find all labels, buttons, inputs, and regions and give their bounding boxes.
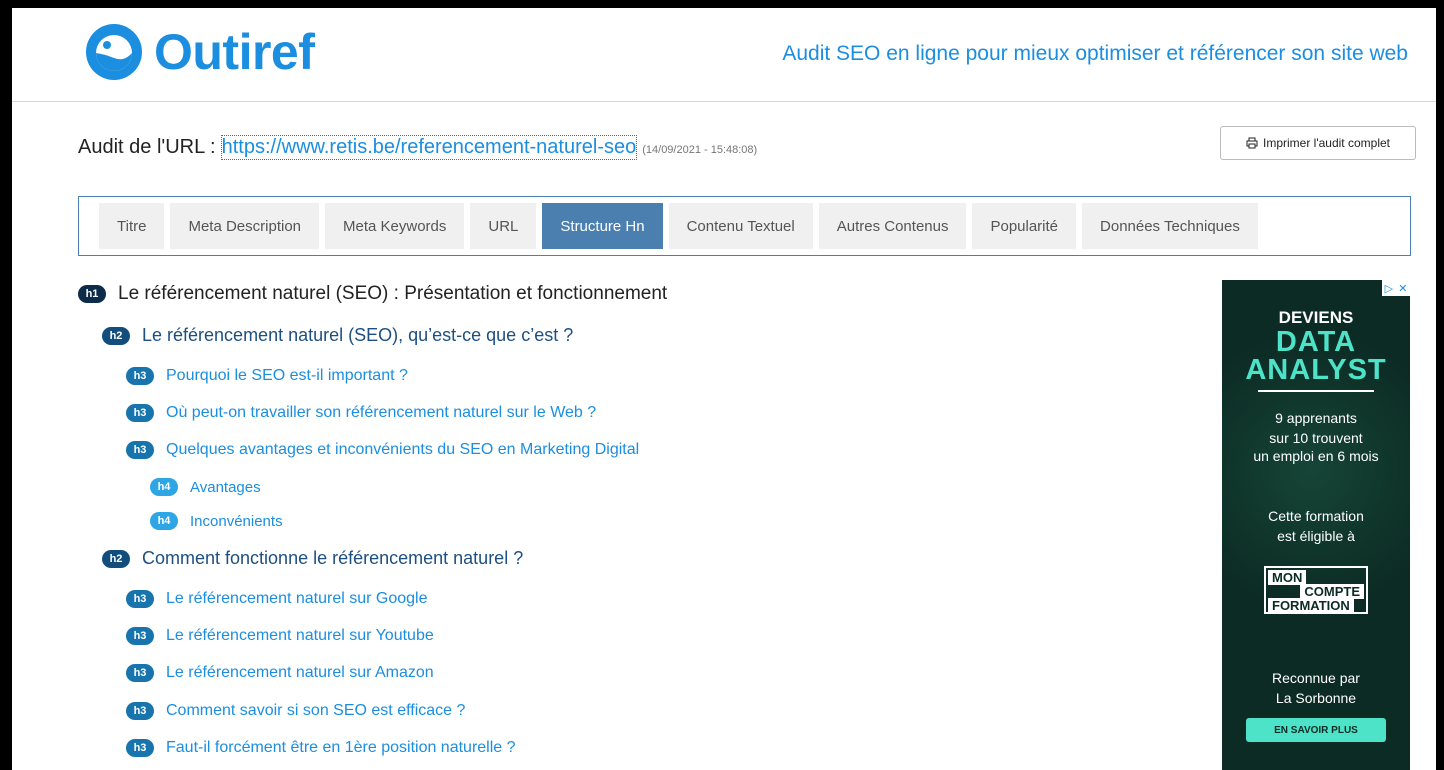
heading-text: Le référencement naturel (SEO) : Présent…: [118, 283, 668, 304]
ad-choices[interactable]: ▷ ✕: [1382, 280, 1410, 296]
heading-text: Inconvénients: [190, 512, 283, 530]
heading-item: h3 Le référencement naturel sur Youtube: [126, 627, 434, 645]
heading-item: h2 Le référencement naturel (SEO), qu’es…: [102, 325, 573, 346]
brand-logo[interactable]: Outiref: [84, 22, 315, 82]
logo-icon: [86, 24, 142, 80]
ad-headline-1: DEVIENS: [1278, 308, 1354, 327]
tab-donnees-techniques[interactable]: Données Techniques: [1082, 203, 1258, 249]
audit-label: Audit de l'URL :: [78, 136, 216, 158]
heading-item: h3 Où peut-on travailler son référenceme…: [126, 404, 596, 422]
heading-item: h3 Quelques avantages et inconvénients d…: [126, 441, 639, 459]
ad-recognition-line-2: La Sorbonne: [1275, 690, 1357, 706]
heading-item: h1 Le référencement naturel (SEO) : Prés…: [78, 283, 667, 305]
heading-item: h3 Comment savoir si son SEO est efficac…: [126, 702, 465, 720]
heading-level-badge: h1: [78, 285, 106, 303]
ad-cta-button[interactable]: EN SAVOIR PLUS: [1246, 718, 1386, 742]
tab-meta-description[interactable]: Meta Description: [170, 203, 319, 249]
ad-stat-line-1: 9 apprenants: [1275, 410, 1357, 426]
heading-level-badge: h3: [126, 702, 154, 720]
page-frame: Outiref Audit SEO en ligne pour mieux op…: [12, 8, 1436, 770]
heading-text: Le référencement naturel sur Amazon: [166, 664, 434, 681]
ad-eligibility-line-1: Cette formation: [1268, 508, 1364, 524]
ad-stat-line-3: un emploi en 6 mois: [1253, 448, 1379, 464]
heading-level-badge: h4: [150, 512, 178, 530]
site-tagline: Audit SEO en ligne pour mieux optimiser …: [782, 42, 1408, 65]
mon-compte-formation-logo: MON COMPTE FORMATION: [1264, 566, 1368, 614]
audited-url-link[interactable]: https://www.retis.be/referencement-natur…: [220, 135, 638, 160]
audit-tabs: Titre Meta Description Meta Keywords URL…: [78, 196, 1411, 256]
ad-recognition-line-1: Reconnue par: [1272, 670, 1360, 686]
heading-level-badge: h2: [102, 326, 130, 345]
heading-text: Le référencement naturel sur Youtube: [166, 627, 434, 644]
tab-meta-keywords[interactable]: Meta Keywords: [325, 203, 465, 249]
heading-level-badge: h4: [150, 478, 178, 496]
heading-item: h3 Pourquoi le SEO est-il important ?: [126, 367, 408, 385]
ad-divider: [1258, 390, 1374, 392]
heading-text: Où peut-on travailler son référencement …: [166, 404, 597, 421]
tab-structure-hn[interactable]: Structure Hn: [542, 203, 663, 249]
heading-text: Faut-il forcément être en 1ère position …: [166, 739, 516, 756]
heading-item: h2 Comment fonctionne le référencement n…: [102, 548, 523, 569]
heading-level-badge: h2: [102, 549, 130, 568]
audit-url-line: Audit de l'URL : https://www.retis.be/re…: [78, 135, 758, 160]
ad-close-icon[interactable]: ✕: [1398, 282, 1407, 295]
heading-level-badge: h3: [126, 441, 154, 459]
print-audit-label: Imprimer l'audit complet: [1263, 136, 1390, 150]
tab-url[interactable]: URL: [470, 203, 537, 249]
heading-level-badge: h3: [126, 404, 154, 422]
heading-item: h3 Le référencement naturel sur Amazon: [126, 664, 434, 682]
heading-text: Quelques avantages et inconvénients du S…: [166, 441, 640, 458]
heading-item: h3 Le référencement naturel sur Google: [126, 590, 427, 608]
ad-headline-3: ANALYST: [1245, 354, 1387, 386]
print-audit-button[interactable]: Imprimer l'audit complet: [1220, 126, 1416, 160]
tab-contenu-textuel[interactable]: Contenu Textuel: [668, 203, 813, 249]
heading-level-badge: h3: [126, 627, 154, 645]
brand-name: Outiref: [154, 24, 315, 80]
heading-level-badge: h3: [126, 367, 154, 385]
heading-level-badge: h3: [126, 590, 154, 608]
heading-item: h3 Faut-il forcément être en 1ère positi…: [126, 739, 516, 757]
audit-date: (14/09/2021 - 15:48:08): [642, 144, 758, 156]
tab-autres-contenus[interactable]: Autres Contenus: [818, 203, 967, 249]
heading-text: Comment fonctionne le référencement natu…: [142, 548, 524, 568]
heading-level-badge: h3: [126, 664, 154, 682]
heading-item: h4 Avantages: [150, 478, 261, 496]
heading-text: Comment savoir si son SEO est efficace ?: [166, 702, 466, 719]
ad-stat-line-2: sur 10 trouvent: [1269, 430, 1363, 446]
site-header: Outiref Audit SEO en ligne pour mieux op…: [12, 8, 1436, 102]
ad-eligibility-line-2: est éligible à: [1277, 528, 1355, 544]
heading-text: Le référencement naturel sur Google: [166, 590, 428, 607]
heading-item: h4 Inconvénients: [150, 512, 283, 530]
heading-text: Pourquoi le SEO est-il important ?: [166, 367, 408, 384]
heading-text: Le référencement naturel (SEO), qu’est-c…: [142, 325, 574, 345]
heading-level-badge: h3: [126, 739, 154, 757]
ad-info-icon[interactable]: ▷: [1385, 282, 1393, 295]
heading-text: Avantages: [190, 478, 261, 496]
ad-banner[interactable]: ▷ ✕ DEVIENS DATA ANALYST 9 apprenants su…: [1222, 280, 1410, 770]
printer-icon: [1246, 137, 1258, 149]
tab-popularite[interactable]: Popularité: [972, 203, 1077, 249]
tab-titre[interactable]: Titre: [99, 203, 165, 249]
